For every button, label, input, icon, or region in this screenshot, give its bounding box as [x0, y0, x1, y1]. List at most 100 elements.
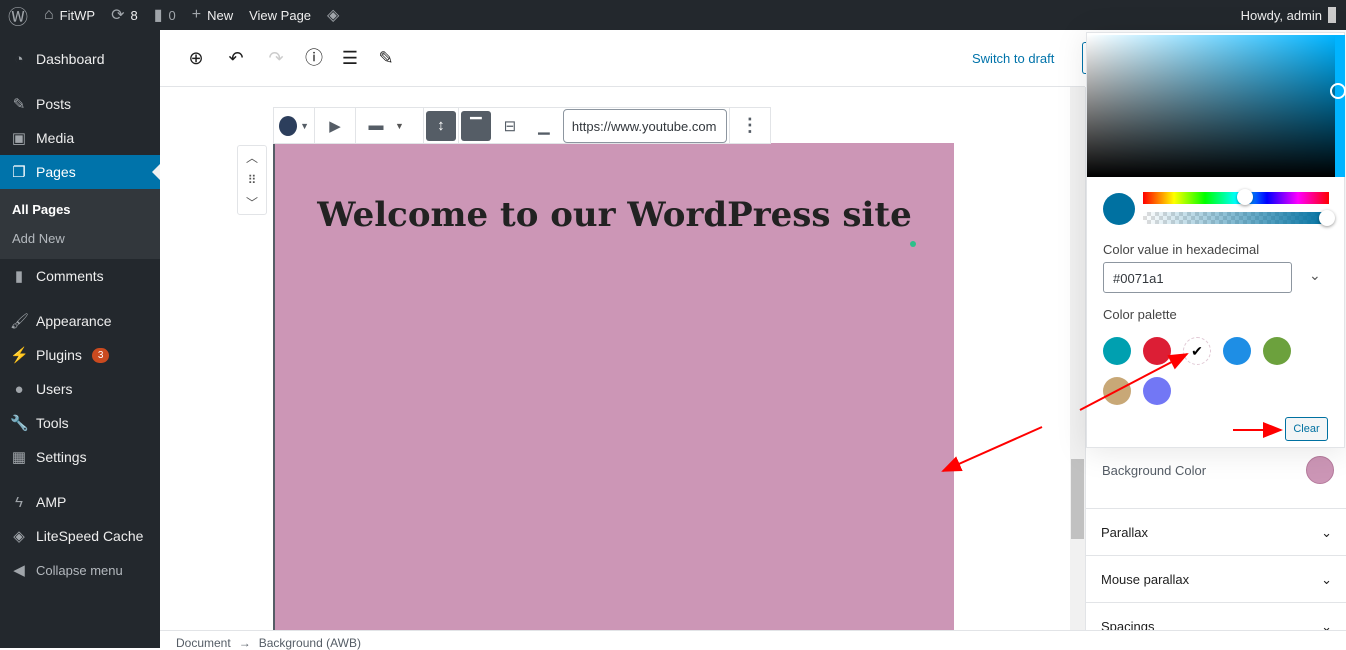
- sidebar-item-comments[interactable]: ▮ Comments: [0, 259, 160, 293]
- drag-handle-icon[interactable]: ⠿: [248, 173, 257, 187]
- info-button[interactable]: ⓘ: [302, 46, 326, 70]
- chevron-down-icon[interactable]: ⌄: [1309, 267, 1321, 284]
- wordpress-icon: Ⓦ: [8, 6, 28, 29]
- wrench-icon: 🔧: [10, 415, 29, 432]
- palette-swatch[interactable]: [1103, 337, 1131, 365]
- undo-button[interactable]: ↶: [224, 46, 248, 70]
- align-button[interactable]: ▬: [361, 111, 391, 141]
- background-color-label: Background Color: [1102, 463, 1207, 478]
- palette-swatch[interactable]: [1103, 377, 1131, 405]
- sidebar-item-label: Settings: [36, 449, 87, 465]
- block-mover: ︿ ⠿ ﹀: [237, 145, 267, 215]
- collapse-menu-button[interactable]: ◀ Collapse menu: [0, 553, 160, 587]
- align-bottom-button[interactable]: ▁: [529, 111, 559, 141]
- howdy-label: Howdy, admin: [1240, 7, 1322, 23]
- panel-title: Parallax: [1101, 525, 1148, 540]
- awb-icon: [279, 115, 298, 136]
- video-icon[interactable]: ▶: [320, 111, 350, 141]
- hue-handle[interactable]: [1237, 189, 1253, 205]
- breadcrumb-block[interactable]: Background (AWB): [259, 636, 361, 650]
- sidebar-item-appearance[interactable]: 🖌 Appearance: [0, 304, 160, 338]
- saturation-handle[interactable]: [1330, 83, 1346, 99]
- my-account[interactable]: Howdy, admin: [1241, 0, 1336, 30]
- scrollbar-thumb[interactable]: [1071, 459, 1084, 539]
- brush-icon: 🖌: [10, 313, 30, 330]
- palette-swatch[interactable]: [1143, 337, 1171, 365]
- full-height-button[interactable]: ↕: [425, 110, 456, 141]
- add-block-button[interactable]: ⊕: [184, 46, 208, 70]
- palette-swatch[interactable]: [1223, 337, 1251, 365]
- background-color-swatch[interactable]: [1306, 456, 1334, 484]
- move-up-icon[interactable]: ︿: [246, 149, 258, 166]
- cover-heading[interactable]: Welcome to our WordPress site: [275, 195, 954, 235]
- comments-count: 0: [168, 7, 176, 23]
- dashboard-icon: ◔: [14, 50, 24, 68]
- canvas-scrollbar[interactable]: [1070, 87, 1085, 630]
- site-name: FitWP: [59, 7, 96, 23]
- comment-icon: ▮: [14, 268, 24, 285]
- sidebar-item-litespeed[interactable]: ◈ LiteSpeed Cache: [0, 519, 160, 553]
- sidebar-item-pages[interactable]: ❐ Pages: [0, 155, 160, 189]
- palette-swatch[interactable]: [1143, 377, 1171, 405]
- sidebar-item-plugins[interactable]: ⚡ Plugins 3: [0, 338, 160, 372]
- wp-logo-button[interactable]: Ⓦ: [0, 0, 36, 30]
- resize-handle[interactable]: [910, 241, 916, 247]
- chevron-down-icon: ⌄: [1321, 572, 1332, 587]
- palette-swatch[interactable]: [1263, 337, 1291, 365]
- color-picker-popover: Color value in hexadecimal #0071a1 ⌄ Col…: [1086, 32, 1346, 448]
- updates-link[interactable]: ⟳ 8: [103, 0, 146, 30]
- plus-icon: +: [191, 6, 202, 23]
- alpha-slider[interactable]: [1143, 212, 1329, 224]
- pages-icon: ❐: [12, 164, 26, 181]
- sidebar-item-posts[interactable]: ✎ Posts: [0, 87, 160, 121]
- admin-bar: Ⓦ ⌂ FitWP ⟳ 8 ▮ 0 + New View Page ◈ Howdy, a…: [0, 0, 1346, 30]
- hex-label: Color value in hexadecimal: [1103, 242, 1260, 257]
- view-page-link[interactable]: View Page: [241, 0, 319, 30]
- sidebar-item-label: Posts: [36, 96, 72, 112]
- sidebar-item-label: Dashboard: [36, 51, 105, 67]
- cover-block[interactable]: Welcome to our WordPress site: [273, 143, 954, 630]
- move-down-icon[interactable]: ﹀: [246, 194, 258, 211]
- more-options-button[interactable]: ⋮: [735, 111, 765, 141]
- submenu-add-new[interactable]: Add New: [0, 224, 160, 253]
- align-top-button[interactable]: ▔: [460, 110, 491, 141]
- submenu-all-pages[interactable]: All Pages: [0, 195, 160, 224]
- breadcrumb-document[interactable]: Document: [176, 636, 231, 650]
- block-type-button[interactable]: ▼: [279, 111, 309, 141]
- hex-input[interactable]: #0071a1: [1103, 262, 1292, 293]
- sidebar-item-tools[interactable]: 🔧 Tools: [0, 406, 160, 440]
- edit-tools-button[interactable]: ✎: [374, 46, 398, 70]
- palette-swatch-selected[interactable]: ✔: [1183, 337, 1211, 365]
- sidebar-item-amp[interactable]: ϟ AMP: [0, 485, 160, 519]
- dropdown-caret-icon[interactable]: ▼: [395, 121, 404, 131]
- sidebar-item-dashboard[interactable]: ◔ Dashboard: [0, 42, 160, 76]
- new-link[interactable]: + New: [184, 0, 241, 30]
- plugin-icon: ⚡: [10, 347, 29, 364]
- pages-submenu: All Pages Add New: [0, 189, 160, 259]
- hue-slider[interactable]: [1143, 192, 1329, 204]
- outline-button[interactable]: ☰: [338, 46, 362, 70]
- pin-icon: ✎: [12, 96, 26, 113]
- sidebar-item-label: AMP: [36, 494, 67, 510]
- video-url-input[interactable]: https://www.youtube.com: [562, 108, 727, 143]
- user-icon: ●: [14, 380, 24, 398]
- switch-to-draft-button[interactable]: Switch to draft: [972, 51, 1054, 66]
- settings-icon: ▦: [11, 449, 27, 466]
- sidebar-item-settings[interactable]: ▦ Settings: [0, 440, 160, 474]
- litespeed-bar-button[interactable]: ◈: [319, 0, 347, 30]
- saturation-area[interactable]: [1087, 35, 1335, 177]
- site-name-link[interactable]: ⌂ FitWP: [36, 0, 103, 30]
- home-icon: ⌂: [44, 6, 54, 23]
- sidebar-item-label: LiteSpeed Cache: [36, 528, 144, 544]
- panel-parallax[interactable]: Parallax ⌄: [1086, 508, 1346, 555]
- align-center-button[interactable]: ⊟: [495, 111, 525, 141]
- sidebar-item-users[interactable]: ● Users: [0, 372, 160, 406]
- breadcrumb-separator: →: [238, 636, 251, 650]
- clear-button[interactable]: Clear: [1285, 417, 1328, 441]
- sidebar-item-label: Media: [36, 130, 75, 146]
- panel-mouse-parallax[interactable]: Mouse parallax ⌄: [1086, 555, 1346, 602]
- comments-link[interactable]: ▮ 0: [146, 0, 184, 30]
- alpha-handle[interactable]: [1319, 210, 1335, 226]
- redo-button[interactable]: ↷: [264, 46, 288, 70]
- sidebar-item-media[interactable]: ▣ Media: [0, 121, 160, 155]
